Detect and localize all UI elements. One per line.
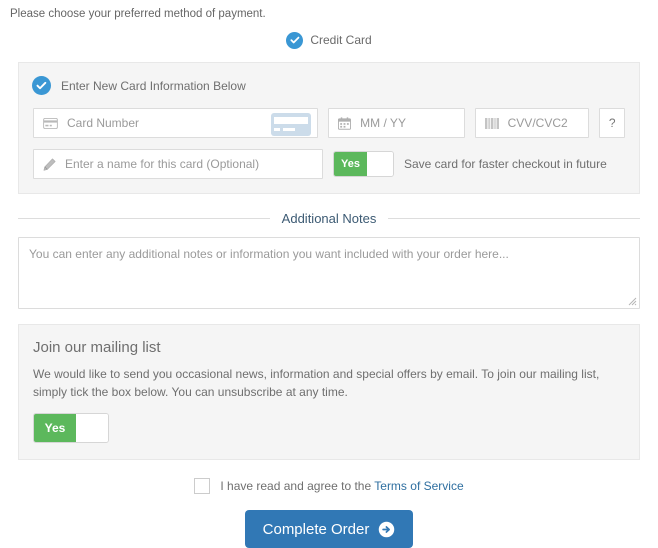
mailing-list-toggle-state: Yes (34, 414, 76, 442)
payment-method-credit-card[interactable]: Credit Card (286, 31, 372, 49)
card-nickname-row: Enter a name for this card (Optional) Ye… (29, 149, 629, 179)
mailing-list-title: Join our mailing list (33, 339, 161, 356)
pencil-icon (43, 158, 56, 171)
save-card-toggle-caption: Save card for faster checkout in future (404, 157, 607, 171)
mailing-list-panel: Join our mailing list We would like to s… (18, 324, 640, 460)
terms-agreement-row: I have read and agree to the Terms of Se… (0, 478, 658, 494)
card-expiry-input[interactable]: MM / YY (328, 108, 465, 138)
cvv-help-button[interactable]: ? (599, 108, 626, 138)
divider-line-right (388, 218, 641, 219)
new-card-panel-header-label: Enter New Card Information Below (61, 78, 246, 93)
cvv-bars-icon (484, 117, 499, 129)
question-mark-icon: ? (608, 116, 616, 130)
card-credentials-row: Card Number MM / YY CVV/CVC2 ? (29, 108, 629, 138)
new-card-panel: Enter New Card Information Below Card Nu… (18, 62, 640, 194)
additional-notes-placeholder: You can enter any additional notes or in… (29, 247, 509, 261)
payment-method-selector: Credit Card (0, 30, 658, 50)
terms-of-service-link[interactable]: Terms of Service (374, 479, 463, 493)
save-card-toggle-knob (367, 152, 393, 176)
submit-row: Complete Order (0, 510, 658, 548)
check-circle-icon (32, 76, 51, 95)
additional-notes-heading-label: Additional Notes (281, 211, 377, 226)
card-number-placeholder: Card Number (67, 116, 140, 130)
mailing-list-toggle-knob (76, 414, 108, 442)
additional-notes-textarea[interactable]: You can enter any additional notes or in… (18, 237, 640, 309)
mailing-list-toggle[interactable]: Yes (33, 413, 109, 443)
save-card-toggle-state: Yes (334, 152, 367, 176)
card-number-input[interactable]: Card Number (33, 108, 319, 138)
payment-method-label: Credit Card (310, 33, 372, 47)
card-expiry-placeholder: MM / YY (360, 116, 406, 130)
card-cvv-input[interactable]: CVV/CVC2 (474, 108, 590, 138)
additional-notes-heading: Additional Notes (18, 211, 641, 226)
calendar-icon (338, 116, 352, 130)
checkout-payment-page: Please choose your preferred method of p… (0, 0, 658, 548)
complete-order-button[interactable]: Complete Order (244, 510, 414, 548)
terms-checkbox[interactable] (194, 478, 211, 494)
check-circle-icon (286, 31, 304, 49)
terms-text: I have read and agree to the Terms of Se… (220, 479, 463, 493)
credit-card-icon (43, 117, 58, 129)
complete-order-button-label: Complete Order (262, 520, 370, 538)
mailing-list-description: We would like to send you occasional new… (33, 367, 600, 399)
card-cvv-placeholder: CVV/CVC2 (507, 116, 568, 130)
card-name-placeholder: Enter a name for this card (Optional) (65, 157, 260, 171)
resize-grip-icon[interactable] (627, 296, 637, 306)
save-card-toggle[interactable]: Yes (333, 151, 394, 177)
terms-text-label: I have read and agree to the (220, 479, 372, 493)
card-name-input[interactable]: Enter a name for this card (Optional) (33, 149, 323, 179)
credit-card-graphic (271, 113, 312, 136)
arrow-circle-right-icon (378, 521, 395, 538)
divider-line-left (18, 218, 270, 219)
page-intro-text: Please choose your preferred method of p… (10, 8, 266, 20)
new-card-panel-header[interactable]: Enter New Card Information Below (29, 76, 629, 95)
